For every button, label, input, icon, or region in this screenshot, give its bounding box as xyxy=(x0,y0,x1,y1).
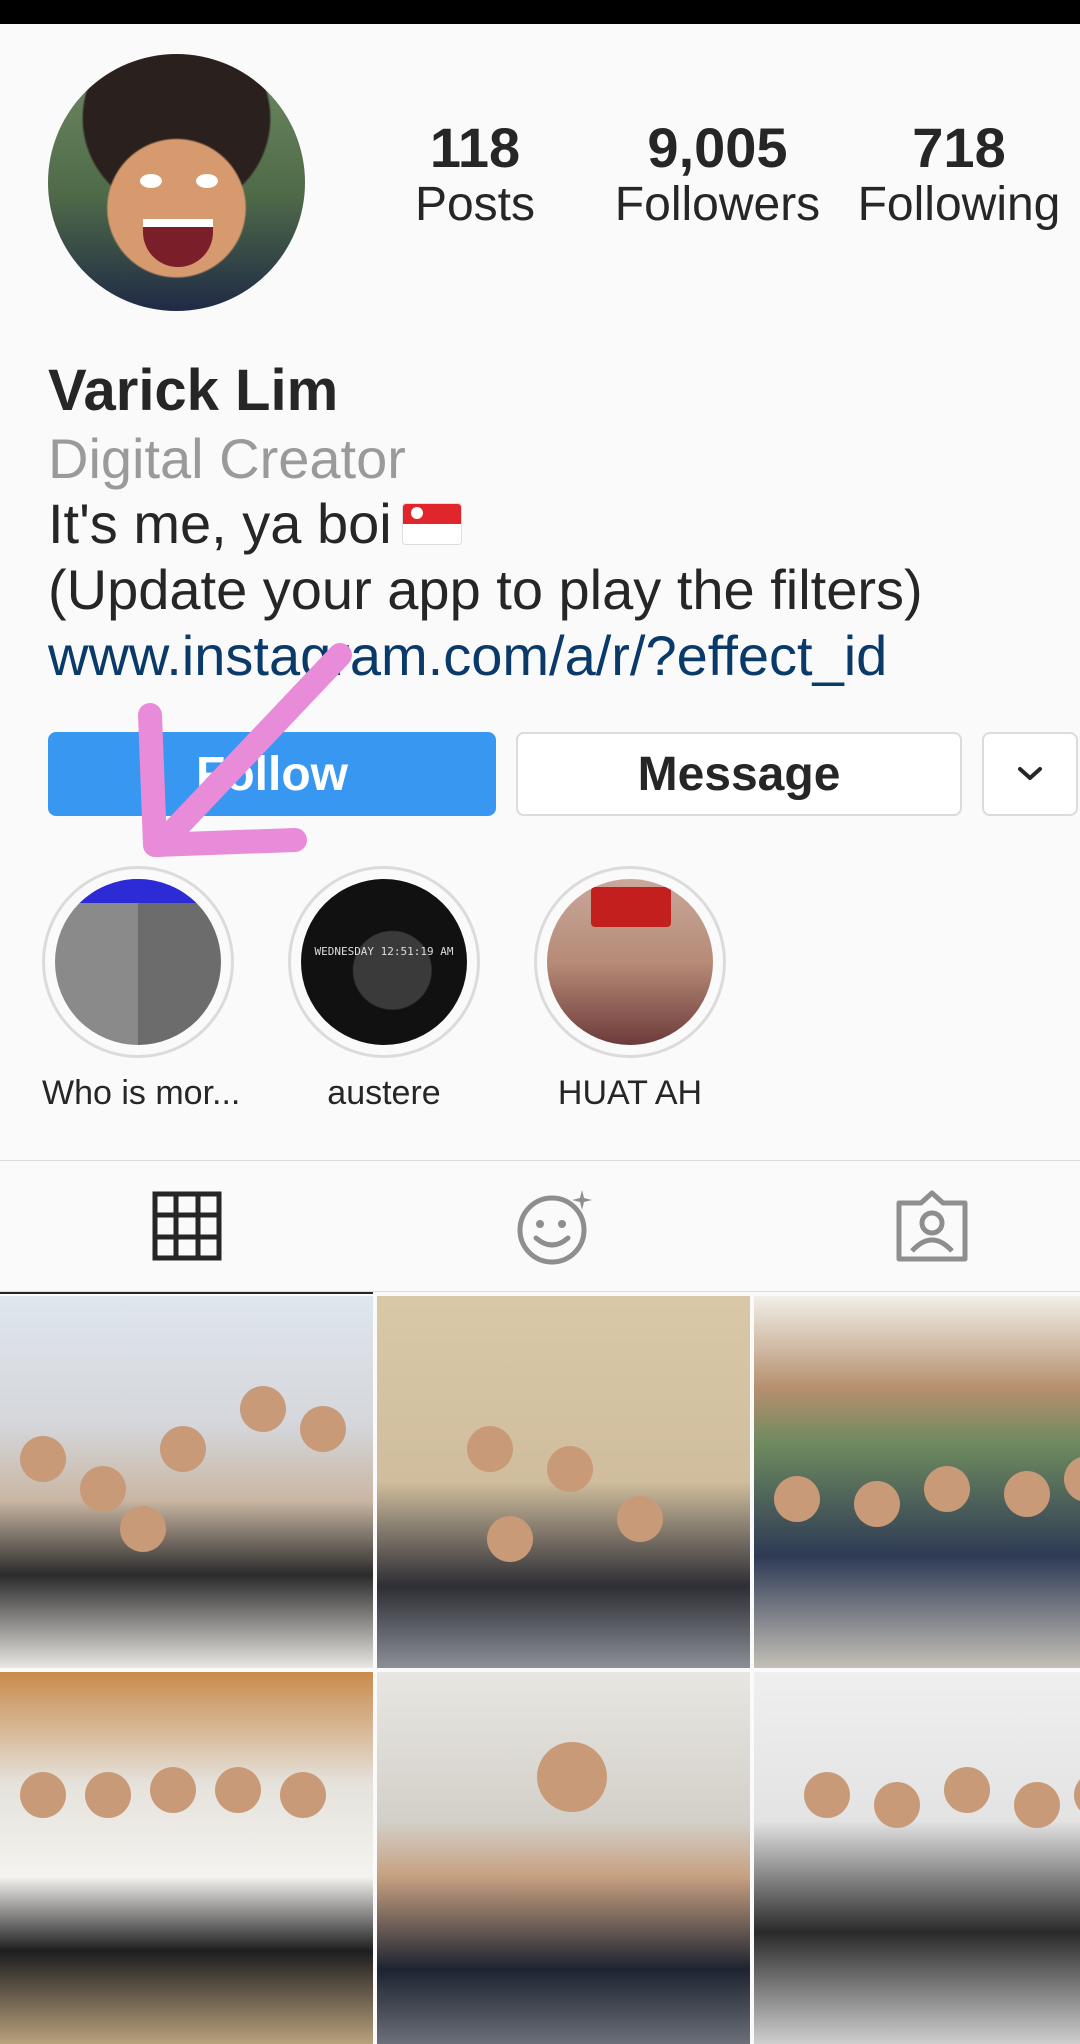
tab-tagged[interactable] xyxy=(752,1161,1080,1291)
story-highlight[interactable]: WEDNESDAY 12:51:19 AM austere xyxy=(288,866,480,1113)
highlight-ring: WEDNESDAY 12:51:19 AM xyxy=(288,866,480,1058)
photo-person xyxy=(944,1767,990,1813)
bio-line: It's me, ya boi xyxy=(48,491,1068,557)
follow-button[interactable]: Follow xyxy=(48,732,496,816)
highlight-thumbnail xyxy=(55,879,221,1045)
profile-category: Digital Creator xyxy=(48,427,406,490)
photo-person xyxy=(854,1481,900,1527)
highlight-title: HUAT AH xyxy=(557,1074,703,1112)
posts-label: Posts xyxy=(414,178,536,231)
effects-face-icon xyxy=(517,1190,592,1265)
profile-bio: Varick Lim Digital Creator It's me, ya b… xyxy=(48,355,1068,689)
photo-person xyxy=(924,1466,970,1512)
photo-person xyxy=(874,1782,920,1828)
post-thumbnail[interactable] xyxy=(754,1296,1080,1668)
chevron-down-icon xyxy=(1018,767,1042,780)
photo-person xyxy=(487,1516,533,1562)
following-label: Following xyxy=(857,178,1061,231)
profile-link[interactable]: www.instagram.com/a/r/?effect_id xyxy=(48,623,1068,689)
photo-person xyxy=(1064,1456,1080,1502)
tab-effects[interactable] xyxy=(376,1161,736,1291)
story-highlight[interactable]: HUAT AH xyxy=(534,866,726,1113)
photo-person xyxy=(1014,1782,1060,1828)
highlight-title: austere xyxy=(327,1074,441,1112)
photo-person xyxy=(280,1772,326,1818)
photo-person xyxy=(547,1446,593,1492)
posts-stat[interactable]: 118 Posts xyxy=(400,118,550,232)
photo-person xyxy=(774,1476,820,1522)
photo-person xyxy=(467,1426,513,1472)
followers-label: Followers xyxy=(614,178,821,231)
highlight-title: Who is mor... xyxy=(42,1074,241,1112)
suggested-dropdown-button[interactable] xyxy=(982,732,1078,816)
bio-line: (Update your app to play the filters) xyxy=(48,558,923,621)
status-bar xyxy=(0,0,1080,24)
avatar-eye xyxy=(140,174,162,188)
post-thumbnail[interactable] xyxy=(377,1672,750,2044)
photo-person xyxy=(215,1767,261,1813)
photo-person xyxy=(150,1767,196,1813)
following-stat[interactable]: 718 Following xyxy=(848,118,1070,232)
photo-person xyxy=(240,1386,286,1432)
followers-stat[interactable]: 9,005 Followers xyxy=(605,118,830,232)
highlight-ring xyxy=(534,866,726,1058)
tab-posts-grid[interactable] xyxy=(0,1161,373,1294)
photo-person xyxy=(804,1772,850,1818)
tagged-person-icon xyxy=(896,1190,968,1262)
highlight-thumbnail: WEDNESDAY 12:51:19 AM xyxy=(301,879,467,1045)
following-count: 718 xyxy=(912,116,1006,179)
post-thumbnail[interactable] xyxy=(754,1672,1080,2044)
post-thumbnail[interactable] xyxy=(0,1672,373,2044)
story-highlight[interactable]: Who is mor... xyxy=(42,866,241,1113)
post-thumbnail[interactable] xyxy=(0,1296,373,1668)
message-button[interactable]: Message xyxy=(516,732,962,816)
highlight-thumbnail xyxy=(547,879,713,1045)
profile-tabs xyxy=(0,1160,1080,1294)
photo-person xyxy=(1004,1471,1050,1517)
photo-person xyxy=(160,1426,206,1472)
photo-person xyxy=(1074,1772,1080,1818)
highlight-thumb-text: WEDNESDAY 12:51:19 AM xyxy=(314,945,454,958)
singapore-flag-icon xyxy=(401,503,462,545)
posts-count: 118 xyxy=(429,116,521,179)
tabs-divider xyxy=(0,1291,1080,1292)
photo-person xyxy=(537,1742,607,1812)
grid-icon xyxy=(152,1191,221,1261)
post-thumbnail[interactable] xyxy=(377,1296,750,1668)
photo-person xyxy=(80,1466,126,1512)
photo-person xyxy=(120,1506,166,1552)
profile-name: Varick Lim xyxy=(48,358,339,423)
bio-text: It's me, ya boi xyxy=(48,492,392,555)
photo-person xyxy=(85,1772,131,1818)
photo-person xyxy=(617,1496,663,1542)
photo-person xyxy=(300,1406,346,1452)
avatar-mouth xyxy=(143,219,213,267)
avatar-eye xyxy=(196,174,218,188)
photo-person xyxy=(20,1436,66,1482)
followers-count: 9,005 xyxy=(647,116,788,179)
photo-person xyxy=(20,1772,66,1818)
profile-avatar[interactable] xyxy=(48,54,305,311)
highlight-ring xyxy=(42,866,234,1058)
